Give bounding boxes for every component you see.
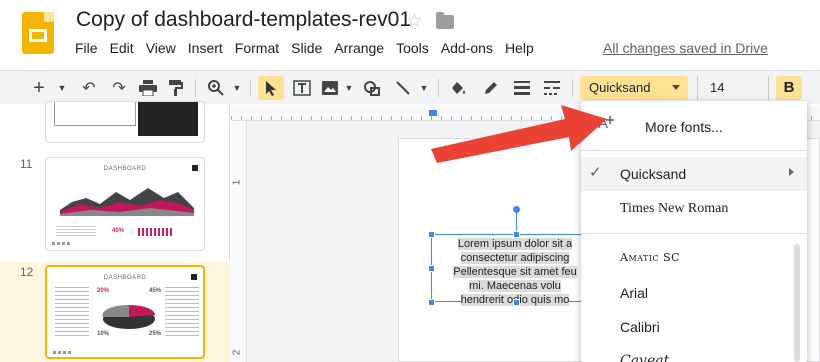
border-color-icon[interactable] <box>479 76 503 100</box>
font-option-label: Caveat <box>620 353 670 362</box>
image-icon[interactable] <box>318 76 342 100</box>
line-dropdown-icon[interactable]: ▼ <box>418 76 430 100</box>
menu-bar: File Edit View Insert Format Slide Arran… <box>69 40 540 56</box>
resize-handle[interactable] <box>428 231 435 238</box>
font-size-input[interactable]: 14 <box>697 76 769 100</box>
menu-divider <box>581 233 807 234</box>
plus-dropdown-icon[interactable]: ▼ <box>56 76 68 100</box>
header: Copy of dashboard-templates-rev01 ☆ File… <box>0 0 820 66</box>
slide-thumbnail-10[interactable] <box>45 101 205 143</box>
menu-view[interactable]: View <box>140 40 182 56</box>
resize-handle[interactable] <box>513 299 520 306</box>
font-option-label: Calibri <box>620 319 660 335</box>
font-option-amatic-sc[interactable]: Amatic SC <box>581 243 807 275</box>
print-icon[interactable] <box>137 76 159 100</box>
menu-arrange[interactable]: Arrange <box>328 40 390 56</box>
font-option-label: Amatic SC <box>620 251 681 264</box>
font-option-label: Times New Roman <box>620 201 729 216</box>
menu-edit[interactable]: Edit <box>104 40 140 56</box>
ruler-mark: 2 <box>231 349 243 356</box>
vertical-ruler[interactable]: 1 2 <box>231 121 247 362</box>
line-icon[interactable] <box>392 76 414 100</box>
toolbar-divider <box>250 79 251 97</box>
paint-format-icon[interactable] <box>165 76 187 100</box>
font-size-value: 14 <box>710 80 725 95</box>
thumbnail-stat: 20% <box>97 288 110 294</box>
menu-insert[interactable]: Insert <box>182 40 229 56</box>
font-family-select[interactable]: Quicksand <box>580 76 688 100</box>
shape-icon[interactable] <box>360 76 384 100</box>
menu-slide[interactable]: Slide <box>285 40 328 56</box>
resize-handle[interactable] <box>428 299 435 306</box>
annotation-arrow <box>431 105 607 163</box>
menu-file[interactable]: File <box>69 40 104 56</box>
thumbnail-stat: 40% <box>112 228 125 234</box>
ruler-mark: 1 <box>231 179 243 186</box>
text-line: Pellentesque sit amet feu <box>453 266 577 278</box>
image-dropdown-icon[interactable]: ▼ <box>343 76 355 100</box>
submenu-arrow-icon <box>789 168 794 176</box>
font-option-times-new-roman[interactable]: Times New Roman <box>581 193 807 225</box>
fill-color-icon[interactable] <box>446 76 470 100</box>
folder-icon[interactable] <box>436 12 454 29</box>
more-fonts-label: More fonts... <box>645 119 723 135</box>
star-icon[interactable]: ☆ <box>406 10 423 33</box>
font-family-value: Quicksand <box>589 80 651 95</box>
menu-addons[interactable]: Add-ons <box>435 40 499 56</box>
text-line: Lorem ipsum dolor sit a <box>457 238 573 250</box>
plus-icon[interactable]: + <box>28 76 50 100</box>
textbox-icon[interactable] <box>290 76 314 100</box>
font-option-calibri[interactable]: Calibri <box>581 311 807 343</box>
text-line: consectetur adipiscing <box>460 252 570 264</box>
zoom-icon[interactable] <box>204 76 228 100</box>
menu-tools[interactable]: Tools <box>390 40 435 56</box>
slide-panel: 11 DASHBOARD 40% 12 DASHBOARD 20% 45% 10… <box>0 101 230 362</box>
font-option-arial[interactable]: Arial <box>581 277 807 309</box>
document-title[interactable]: Copy of dashboard-templates-rev01 <box>76 8 411 32</box>
font-option-label: Arial <box>620 285 649 301</box>
toolbar-divider <box>195 79 196 97</box>
save-status-link[interactable]: All changes saved in Drive <box>603 40 768 56</box>
menu-help[interactable]: Help <box>499 40 540 56</box>
slide-thumbnail-11[interactable]: DASHBOARD 40% <box>45 157 205 251</box>
thumbnail-title: DASHBOARD <box>103 166 147 172</box>
slide-number: 12 <box>20 265 34 279</box>
slides-logo-icon[interactable] <box>22 12 54 54</box>
thumbnail-title: DASHBOARD <box>103 275 147 281</box>
menu-scrollbar[interactable] <box>794 244 800 362</box>
toolbar: + ▼ ↶ ↷ ▼ ▼ ▼ Quicksand 14 B <box>0 70 820 104</box>
chevron-down-icon <box>672 85 680 90</box>
undo-icon[interactable]: ↶ <box>78 76 100 100</box>
text-line: mi. Maecenas volu <box>469 280 561 292</box>
redo-icon[interactable]: ↷ <box>108 76 130 100</box>
font-option-caveat[interactable]: Caveat <box>581 345 807 362</box>
zoom-dropdown-icon[interactable]: ▼ <box>231 76 243 100</box>
toolbar-divider <box>438 79 439 97</box>
slide-number: 11 <box>20 157 33 171</box>
border-dash-icon[interactable] <box>540 76 564 100</box>
resize-handle[interactable] <box>513 231 520 238</box>
selected-textbox[interactable]: Lorem ipsum dolor sit a consectetur adip… <box>431 234 601 306</box>
border-weight-icon[interactable] <box>510 76 534 100</box>
toolbar-divider <box>572 79 573 97</box>
resize-handle[interactable] <box>428 265 435 272</box>
textbox-content[interactable]: Lorem ipsum dolor sit a consectetur adip… <box>440 237 590 307</box>
thumbnail-stat: 45% <box>149 288 162 294</box>
slide-thumbnail-12[interactable]: DASHBOARD 20% 45% 10% 25% <box>45 265 205 359</box>
select-icon[interactable] <box>258 76 284 100</box>
rotate-handle[interactable] <box>513 206 520 213</box>
bold-button[interactable]: B <box>776 76 802 100</box>
menu-format[interactable]: Format <box>229 40 285 56</box>
